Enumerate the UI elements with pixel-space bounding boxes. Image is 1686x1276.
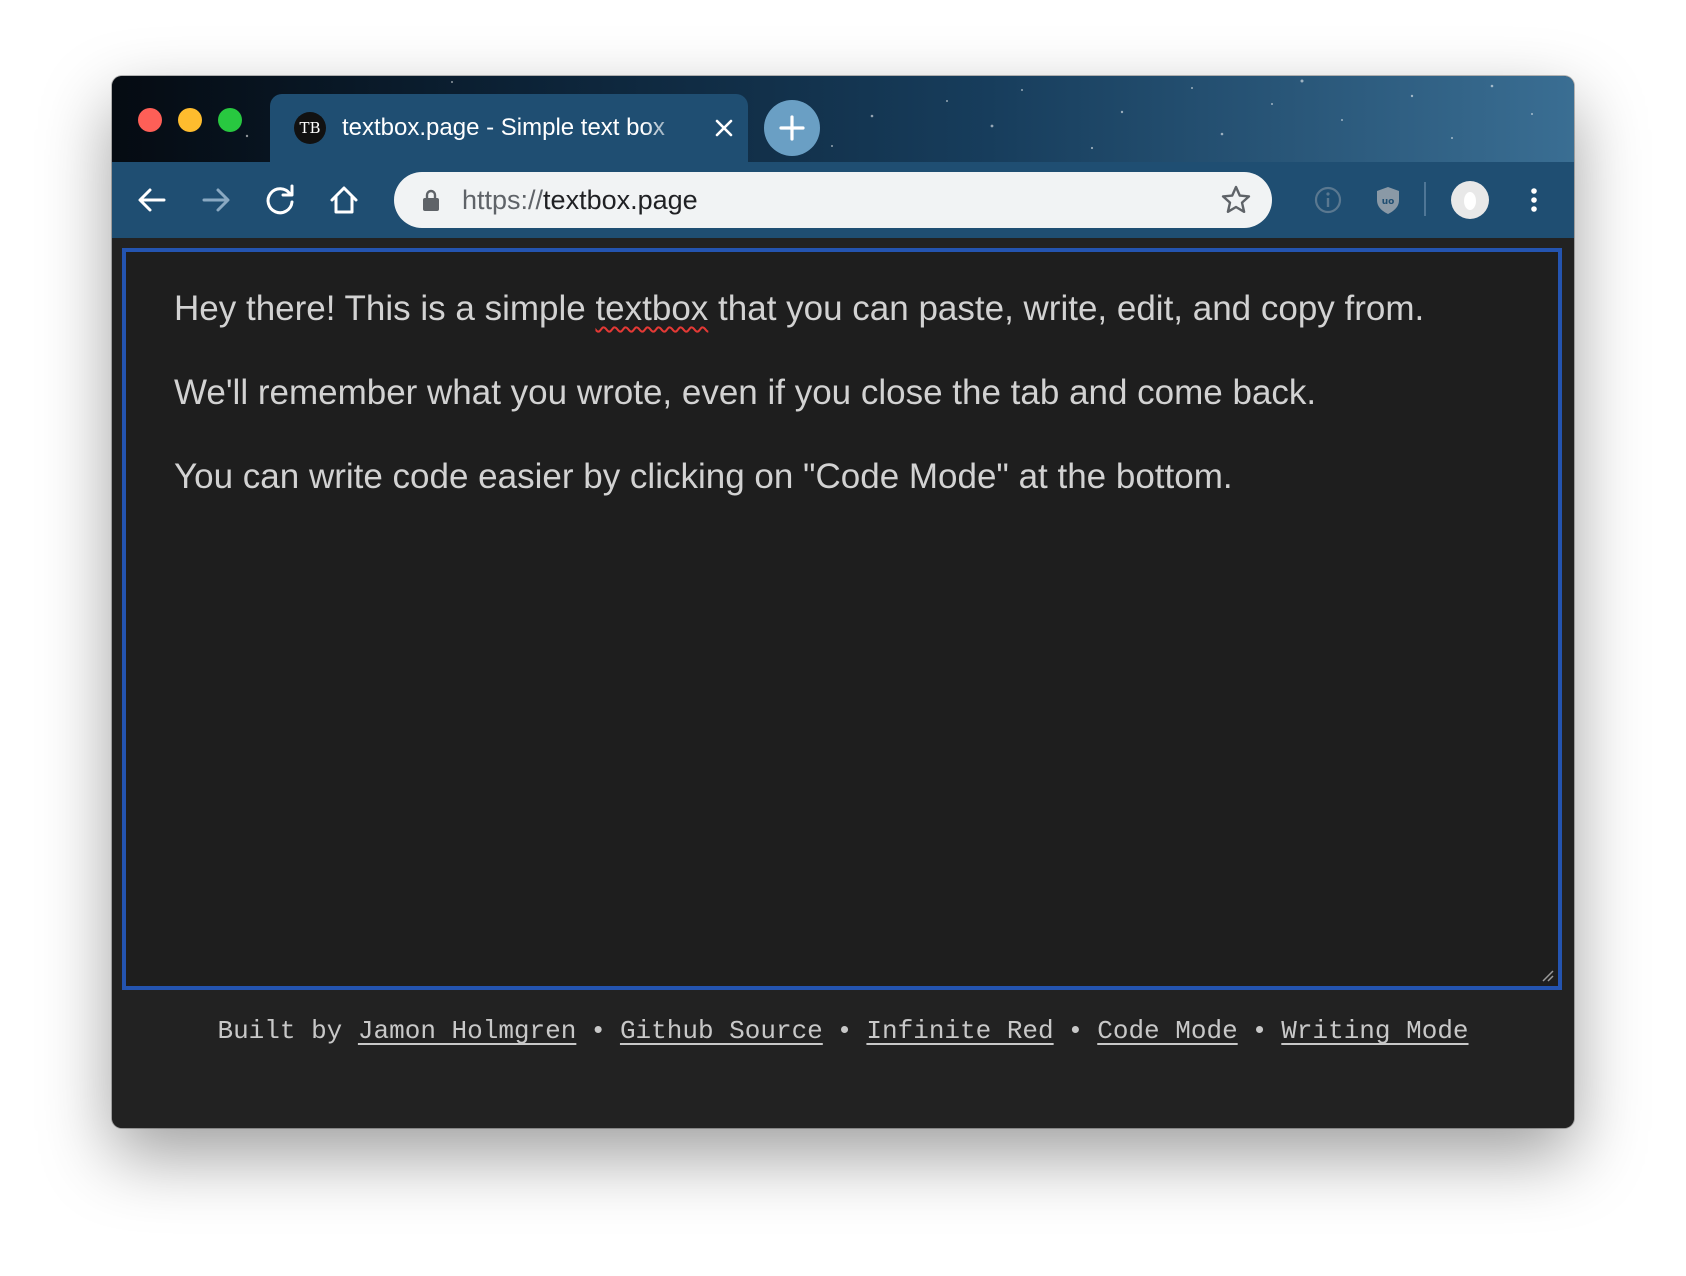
editor-line: You can write code easier by clicking on… — [174, 457, 1233, 496]
forward-button[interactable] — [192, 176, 240, 224]
profile-button[interactable] — [1446, 176, 1494, 224]
editor-text: that you can paste, write, edit, and cop… — [708, 289, 1425, 328]
ublock-extension-button[interactable]: uo — [1364, 176, 1412, 224]
page-content: Hey there! This is a simple textbox that… — [112, 238, 1574, 1128]
home-button[interactable] — [320, 176, 368, 224]
new-tab-button[interactable] — [764, 100, 820, 156]
minimize-window-button[interactable] — [178, 108, 202, 132]
tab-active[interactable]: TB textbox.page - Simple text box — [270, 94, 748, 162]
resize-handle-icon[interactable] — [1538, 966, 1554, 982]
url-host: textbox.page — [543, 185, 698, 215]
info-extension-button[interactable] — [1304, 176, 1352, 224]
forward-arrow-icon — [202, 188, 230, 212]
back-button[interactable] — [128, 176, 176, 224]
code-mode-link[interactable]: Code Mode — [1097, 1016, 1237, 1046]
close-icon[interactable] — [710, 114, 738, 142]
ublock-shield-icon: uo — [1377, 187, 1399, 214]
built-by-label: Built by — [217, 1016, 343, 1046]
tab-strip: TB textbox.page - Simple text box — [112, 76, 1574, 162]
browser-window: TB textbox.page - Simple text box https:… — [112, 76, 1574, 1128]
maximize-window-button[interactable] — [218, 108, 242, 132]
text-editor[interactable]: Hey there! This is a simple textbox that… — [122, 248, 1562, 990]
bookmark-star-icon[interactable] — [1220, 184, 1252, 216]
lock-icon — [423, 189, 439, 211]
author-link[interactable]: Jamon Holmgren — [358, 1016, 576, 1046]
url-text[interactable]: https://textbox.page — [462, 182, 698, 218]
footer: Built by Jamon Holmgren • Github Source • In… — [112, 1016, 1574, 1046]
tab-title: textbox.page - Simple text box — [342, 114, 665, 141]
browser-menu-button[interactable] — [1510, 176, 1558, 224]
browser-toolbar: https://textbox.page uo — [112, 162, 1574, 238]
info-extension-icon — [1314, 186, 1342, 214]
close-window-button[interactable] — [138, 108, 162, 132]
editor-text: Hey there! This is a simple — [174, 289, 596, 328]
home-icon — [330, 186, 358, 214]
editor-line: We'll remember what you wrote, even if y… — [174, 373, 1317, 412]
footer-separator: • — [590, 1016, 606, 1046]
editor-line: Hey there! This is a simple textbox that… — [174, 290, 1510, 328]
infinite-red-link[interactable]: Infinite Red — [866, 1016, 1053, 1046]
menu-dots-icon — [1531, 188, 1537, 212]
profile-avatar-icon — [1451, 181, 1489, 219]
toolbar-divider — [1424, 182, 1426, 216]
misspelled-word: textbox — [595, 289, 709, 328]
github-source-link[interactable]: Github Source — [620, 1016, 823, 1046]
url-scheme: https:// — [462, 185, 544, 215]
svg-text:uo: uo — [1382, 197, 1395, 207]
address-bar[interactable]: https://textbox.page — [394, 172, 1272, 228]
reload-button[interactable] — [256, 176, 304, 224]
writing-mode-link[interactable]: Writing Mode — [1281, 1016, 1468, 1046]
reload-icon — [266, 184, 294, 215]
back-arrow-icon — [138, 188, 166, 212]
footer-separator: • — [1067, 1016, 1084, 1046]
footer-separator: • — [1251, 1016, 1268, 1046]
plus-icon — [779, 115, 805, 141]
footer-separator: • — [836, 1016, 853, 1046]
favicon-icon: TB — [294, 112, 326, 144]
